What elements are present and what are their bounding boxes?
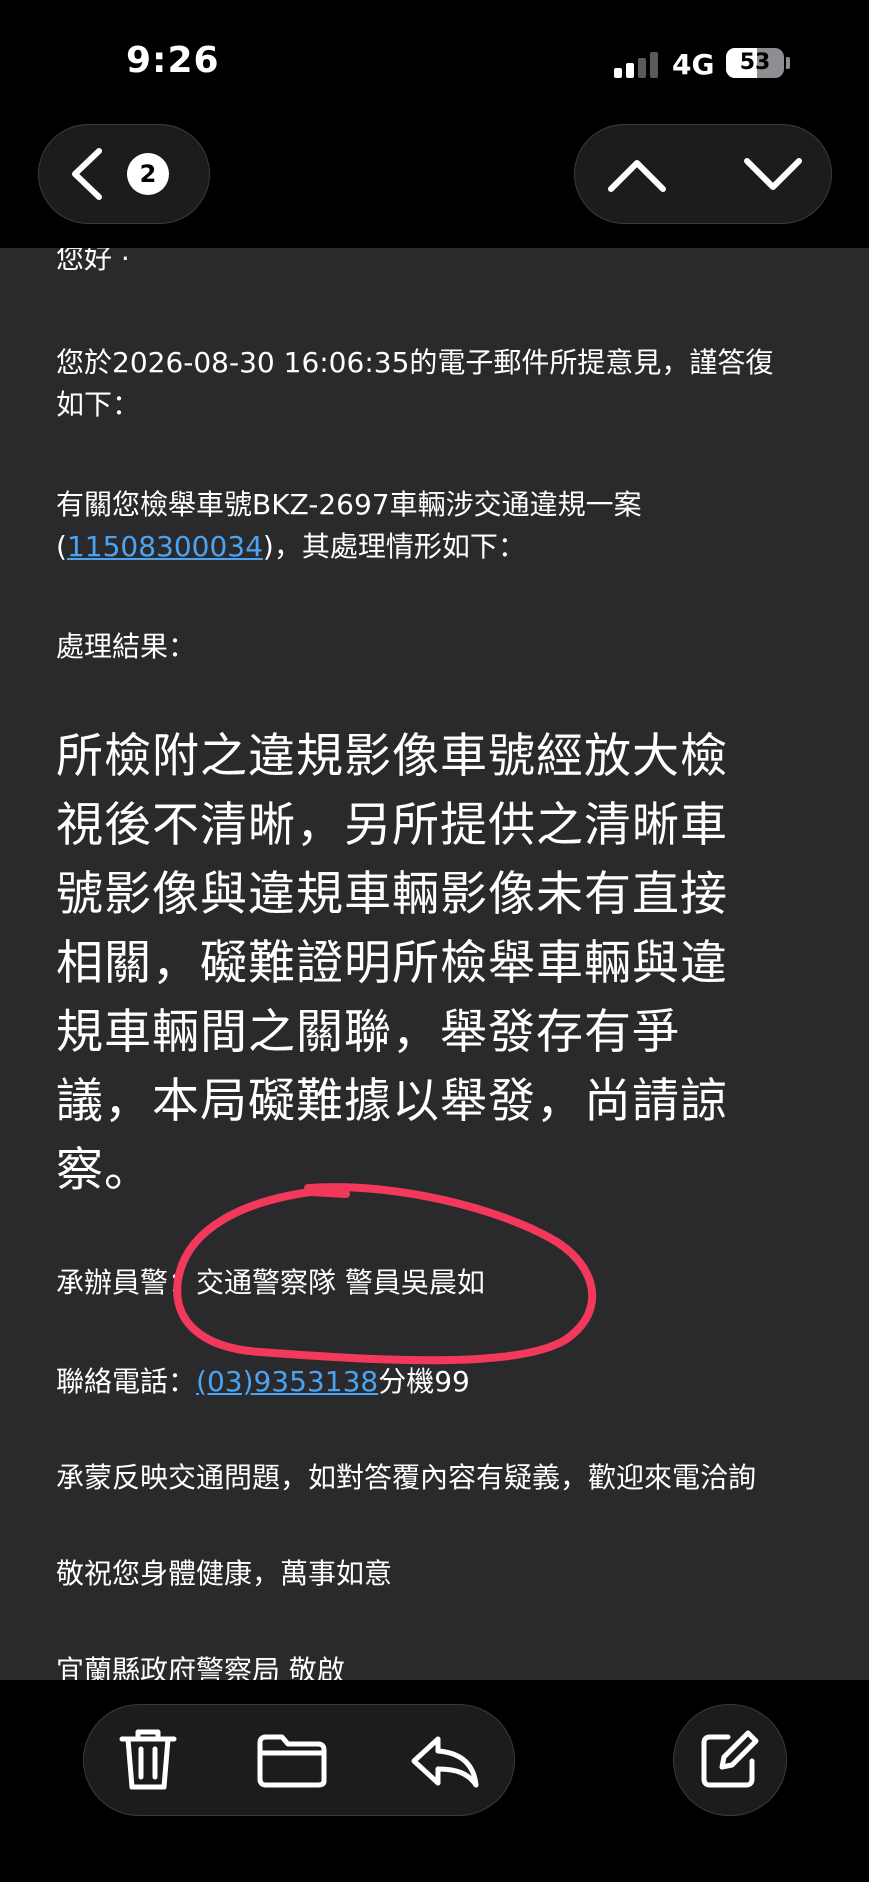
case-line-2-text: )，其處理情形如下： [262, 530, 526, 563]
folder-icon[interactable] [256, 1733, 328, 1789]
email-body: 您好 · 您於2026-08-30 16:06:35的電子郵件所提意見，謹答復 … [56, 248, 816, 1680]
signature: 宜蘭縣政府警察局 敬啟 [56, 1654, 345, 1680]
trash-icon[interactable] [118, 1727, 178, 1793]
intro-line-2: 如下： [56, 388, 141, 421]
compose-button[interactable] [673, 1704, 787, 1816]
status-time: 9:26 [126, 40, 220, 81]
result-label: 處理結果： [56, 630, 197, 663]
result-line: 相關，礙難證明所檢舉車輛與違 [56, 936, 728, 991]
chevron-left-icon [72, 148, 102, 200]
chevron-up-icon[interactable] [605, 149, 669, 199]
battery-tip [786, 57, 790, 69]
chevron-down-icon[interactable] [741, 149, 805, 199]
annotation-circle [173, 1183, 597, 1365]
result-line: 規車輛間之關聯，舉發存有爭 [56, 1005, 680, 1060]
signal-icon [614, 52, 658, 78]
battery-percent: 53 [739, 50, 771, 75]
message-nav [574, 124, 832, 224]
battery-icon: 53 [726, 48, 784, 78]
result-line: 視後不清晰，另所提供之清晰車 [56, 798, 728, 853]
result-line: 號影像與違規車輛影像未有直接 [56, 867, 728, 922]
wish-line: 敬祝您身體健康，萬事如意 [56, 1557, 393, 1590]
result-line: 議，本局礙難據以舉發，尚請諒 [56, 1074, 728, 1129]
case-line-2: (11508300034)，其處理情形如下： [56, 526, 816, 568]
compose-icon [701, 1730, 759, 1788]
result-text: 所檢附之違規影像車號經放大檢 視後不清晰，另所提供之清晰車 號影像與違規車輛影像… [56, 722, 816, 1205]
unread-count-badge: 2 [127, 153, 169, 195]
back-button[interactable]: 2 [38, 124, 210, 224]
closing-line: 承蒙反映交通問題，如對答覆內容有疑義，歡迎來電洽詢 [56, 1461, 757, 1494]
action-group [83, 1704, 515, 1816]
case-paren: ( [56, 530, 67, 563]
reply-icon[interactable] [408, 1733, 480, 1789]
case-number-link[interactable]: 11508300034 [67, 530, 263, 563]
case-line-1: 有關您檢舉車號BKZ-2697車輛涉交通違規一案 [56, 488, 642, 521]
intro-line-1: 您於2026-08-30 16:06:35的電子郵件所提意見，謹答復 [56, 346, 774, 379]
result-line: 所檢附之違規影像車號經放大檢 [56, 729, 728, 784]
greeting: 您好 · [56, 248, 130, 275]
network-type: 4G [672, 48, 715, 81]
